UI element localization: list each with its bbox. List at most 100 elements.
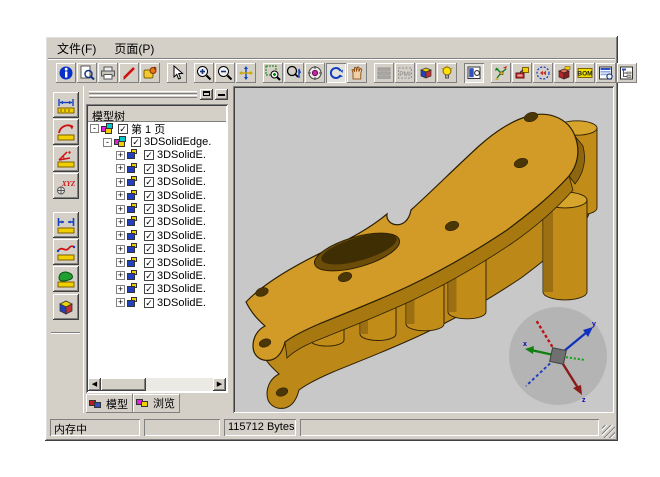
tree-row[interactable]: + ✓ 3DSolidE. xyxy=(88,256,226,269)
tree-row[interactable]: + ✓ 3DSolidE. xyxy=(88,176,226,189)
rotate-target-button[interactable] xyxy=(305,63,325,83)
tree-expand-toggle[interactable]: + xyxy=(116,218,125,227)
zoom-in-button[interactable] xyxy=(194,63,214,83)
visibility-checkbox[interactable]: ✓ xyxy=(118,124,128,134)
tree-expand-toggle[interactable]: + xyxy=(116,178,125,187)
lighting-button[interactable] xyxy=(437,63,457,83)
tab-browse[interactable]: 浏览 xyxy=(133,394,180,413)
tree-node-label: 3DSolidE. xyxy=(157,190,206,202)
rotate-part-button[interactable] xyxy=(533,63,553,83)
measure-curve-button[interactable] xyxy=(53,239,79,265)
tree-row[interactable]: + ✓ 3DSolidE. xyxy=(88,162,226,175)
panel-float-button[interactable] xyxy=(200,89,213,100)
menu-file[interactable]: 文件(F) xyxy=(48,39,105,58)
model-node-icon xyxy=(127,297,142,309)
named-views-button[interactable] xyxy=(416,63,436,83)
tree-row[interactable]: - ✓ 第 1 页 xyxy=(88,122,226,135)
layers-button[interactable] xyxy=(374,63,394,83)
parts-list-button[interactable] xyxy=(596,63,616,83)
zoom-window-button[interactable] xyxy=(263,63,283,83)
model-tree-button[interactable] xyxy=(617,63,637,83)
measure-distance-h-button[interactable] xyxy=(53,92,79,118)
bom-label: BOM xyxy=(577,71,592,78)
tree-expand-toggle[interactable]: + xyxy=(116,191,125,200)
viewport-3d[interactable]: x y z xyxy=(233,86,614,413)
tab-model[interactable]: 模型 xyxy=(86,394,133,413)
status-bar: 内存中 115712 Bytes xyxy=(48,417,615,438)
visibility-checkbox[interactable]: ✓ xyxy=(144,271,154,281)
measure-radius-button[interactable] xyxy=(53,119,79,145)
tree-row[interactable]: + ✓ 3DSolidE. xyxy=(88,296,226,309)
visibility-checkbox[interactable]: ✓ xyxy=(144,204,154,214)
measure-coordinate-button[interactable]: XYZ xyxy=(53,173,79,199)
resize-grip[interactable] xyxy=(602,425,615,438)
tree-expand-toggle[interactable]: + xyxy=(116,245,125,254)
spin-button[interactable] xyxy=(326,63,346,83)
hide-part-button[interactable] xyxy=(554,63,574,83)
model-node-icon xyxy=(127,203,142,215)
print-preview-button[interactable] xyxy=(77,63,97,83)
zoom-dynamic-button[interactable] xyxy=(284,63,304,83)
main-toolbar: PMI BOM xyxy=(48,60,615,86)
tree-row[interactable]: + ✓ 3DSolidE. xyxy=(88,189,226,202)
print-button[interactable] xyxy=(98,63,118,83)
explode-button[interactable] xyxy=(491,63,511,83)
tree-row[interactable]: + ✓ 3DSolidE. xyxy=(88,243,226,256)
tree-node-label: 3DSolidE. xyxy=(157,176,206,188)
visibility-checkbox[interactable]: ✓ xyxy=(144,284,154,294)
orientation-trackball[interactable]: x y z xyxy=(509,307,607,405)
visibility-checkbox[interactable]: ✓ xyxy=(144,177,154,187)
tree-expand-toggle[interactable]: - xyxy=(90,124,99,133)
tree-expand-toggle[interactable]: + xyxy=(116,164,125,173)
zoom-out-button[interactable] xyxy=(215,63,235,83)
visibility-checkbox[interactable]: ✓ xyxy=(144,231,154,241)
measure-length-button[interactable] xyxy=(53,212,79,238)
select-button[interactable] xyxy=(167,63,187,83)
tree-hscrollbar[interactable]: ◀ ▶ xyxy=(88,378,226,391)
measure-area-button[interactable] xyxy=(53,266,79,292)
tree-expand-toggle[interactable]: - xyxy=(103,138,112,147)
tree-row[interactable]: - ✓ 3DSolidEdge. xyxy=(88,135,226,148)
scroll-thumb[interactable] xyxy=(101,378,146,391)
pan-button[interactable] xyxy=(236,63,256,83)
tree-row[interactable]: + ✓ 3DSolidE. xyxy=(88,269,226,282)
visibility-checkbox[interactable]: ✓ xyxy=(144,191,154,201)
tree-row[interactable]: + ✓ 3DSolidE. xyxy=(88,283,226,296)
tree-expand-toggle[interactable]: + xyxy=(116,258,125,267)
tree-expand-toggle[interactable]: + xyxy=(116,205,125,214)
tree-expand-toggle[interactable]: + xyxy=(116,271,125,280)
bom-button[interactable]: BOM xyxy=(575,63,595,83)
pmi-button[interactable]: PMI xyxy=(395,63,415,83)
tree-expand-toggle[interactable]: + xyxy=(116,151,125,160)
measure-angle-button[interactable] xyxy=(53,146,79,172)
tree-row[interactable]: + ✓ 3DSolidE. xyxy=(88,216,226,229)
tree-row[interactable]: + ✓ 3DSolidE. xyxy=(88,229,226,242)
measure-3d-button[interactable] xyxy=(53,294,79,320)
visibility-checkbox[interactable]: ✓ xyxy=(131,137,141,147)
tree-expand-toggle[interactable]: + xyxy=(116,298,125,307)
visibility-checkbox[interactable]: ✓ xyxy=(144,217,154,227)
tree-expand-toggle[interactable]: + xyxy=(116,231,125,240)
tree-node-label: 3DSolidE. xyxy=(157,163,206,175)
visibility-checkbox[interactable]: ✓ xyxy=(144,150,154,160)
visibility-checkbox[interactable]: ✓ xyxy=(144,244,154,254)
panel-gripper[interactable] xyxy=(89,90,197,100)
tree-node-label: 3DSolidE. xyxy=(157,149,206,161)
side-panel-button[interactable] xyxy=(464,63,484,83)
menu-page[interactable]: 页面(P) xyxy=(105,39,163,58)
visibility-checkbox[interactable]: ✓ xyxy=(144,258,154,268)
tree-row[interactable]: + ✓ 3DSolidE. xyxy=(88,202,226,215)
visibility-checkbox[interactable]: ✓ xyxy=(144,164,154,174)
tree-row[interactable]: + ✓ 3DSolidE. xyxy=(88,149,226,162)
panel-hide-button[interactable] xyxy=(215,89,228,100)
about-button[interactable] xyxy=(56,63,76,83)
scroll-right-arrow[interactable]: ▶ xyxy=(213,378,226,391)
hand-pan-button[interactable] xyxy=(347,63,367,83)
browse-tab-icon xyxy=(136,397,150,409)
move-part-button[interactable] xyxy=(512,63,532,83)
scroll-left-arrow[interactable]: ◀ xyxy=(88,378,101,391)
export-key-button[interactable] xyxy=(140,63,160,83)
tree-expand-toggle[interactable]: + xyxy=(116,285,125,294)
visibility-checkbox[interactable]: ✓ xyxy=(144,298,154,308)
markup-pencil-button[interactable] xyxy=(119,63,139,83)
